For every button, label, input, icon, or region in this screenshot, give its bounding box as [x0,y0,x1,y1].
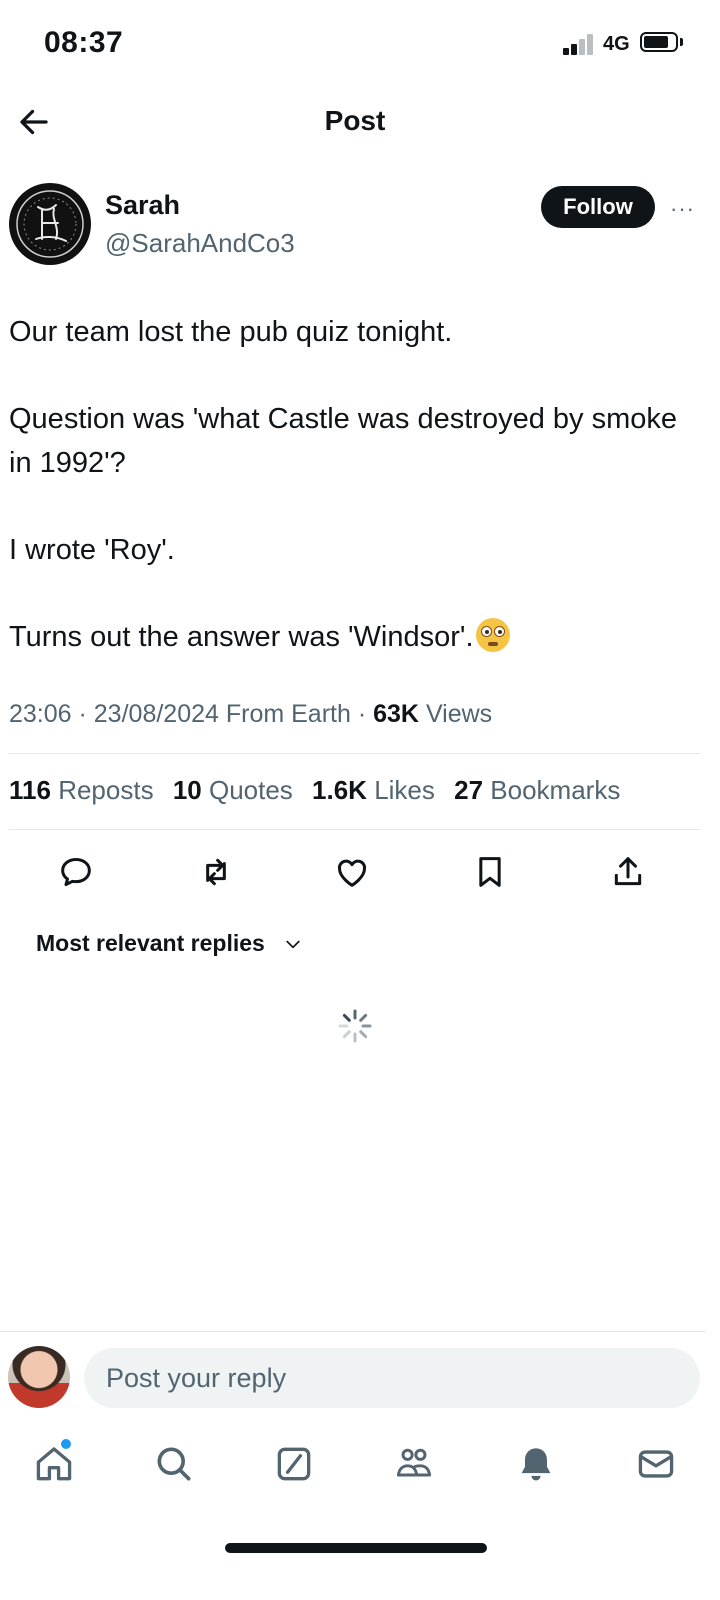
search-icon[interactable] [152,1442,196,1486]
reposts-stat[interactable]: 116 Reposts [9,775,154,805]
quotes-label: Quotes [208,775,293,805]
reposts-count: 116 [9,775,51,805]
quotes-stat[interactable]: 10 Quotes [173,775,293,805]
user-avatar[interactable] [8,1346,70,1408]
post-paragraph-last: Turns out the answer was 'Windsor'. [9,615,689,659]
replies-sort-dropdown[interactable]: Most relevant replies [36,930,303,957]
post-time: 23:06 [9,700,72,728]
post-meta: 23:06 · 23/08/2024 From Earth · 63K View… [9,700,493,728]
home-indicator [225,1543,487,1553]
loading-spinner-icon [337,1008,373,1044]
repost-icon[interactable] [196,852,236,892]
post-text: Our team lost the pub quiz tonight. Ques… [9,310,689,702]
bookmark-icon[interactable] [470,852,510,892]
bookmarks-count: 27 [454,775,484,805]
replies-sort-label: Most relevant replies [36,930,265,956]
composer-divider [0,1331,706,1332]
communities-icon[interactable] [392,1442,436,1486]
views-label: Views [425,700,493,728]
reply-icon[interactable] [56,852,96,892]
post-paragraph: Turns out the answer was 'Windsor'. [9,621,474,653]
share-icon[interactable] [608,852,648,892]
reply-input[interactable] [84,1348,700,1408]
author-name[interactable]: Sarah [105,190,180,221]
bookmarks-stat[interactable]: 27 Bookmarks [454,775,620,805]
bookmarks-label: Bookmarks [490,775,621,805]
post-paragraph: I wrote 'Roy'. [9,534,175,566]
views-count: 63K [373,700,419,728]
more-options-icon[interactable]: ··· [670,196,702,221]
network-label: 4G [603,33,630,55]
battery-icon [640,32,678,52]
home-icon[interactable] [32,1442,76,1486]
post-date: 23/08/2024 [93,700,219,728]
post-stats: 116 Reposts 10 Quotes 1.6K Likes 27 Book… [9,775,632,806]
chevron-down-icon [286,940,300,948]
author-avatar[interactable] [9,183,91,265]
quotes-count: 10 [172,775,202,805]
likes-stat[interactable]: 1.6K Likes [312,775,435,805]
page-title: Post [324,105,386,136]
home-badge-dot [61,1439,71,1449]
post-paragraph: Our team lost the pub quiz tonight. [9,316,453,348]
grok-icon[interactable] [272,1442,316,1486]
flushed-face-emoji [475,618,510,652]
post-paragraph: Question was 'what Castle was destroyed … [9,403,678,479]
status-time: 08:37 [44,26,124,59]
divider [9,829,701,830]
post-source: From Earth [225,700,351,728]
follow-button[interactable]: Follow [541,186,655,228]
likes-count: 1.6K [312,775,367,805]
like-icon[interactable] [332,852,372,892]
battery-tip [680,38,683,46]
reposts-label: Reposts [58,775,154,805]
author-handle[interactable]: @SarahAndCo3 [105,228,295,259]
notifications-icon[interactable] [514,1442,558,1486]
likes-label: Likes [374,775,435,805]
signal-icon [563,33,597,55]
divider [9,753,701,754]
messages-icon[interactable] [634,1442,678,1486]
